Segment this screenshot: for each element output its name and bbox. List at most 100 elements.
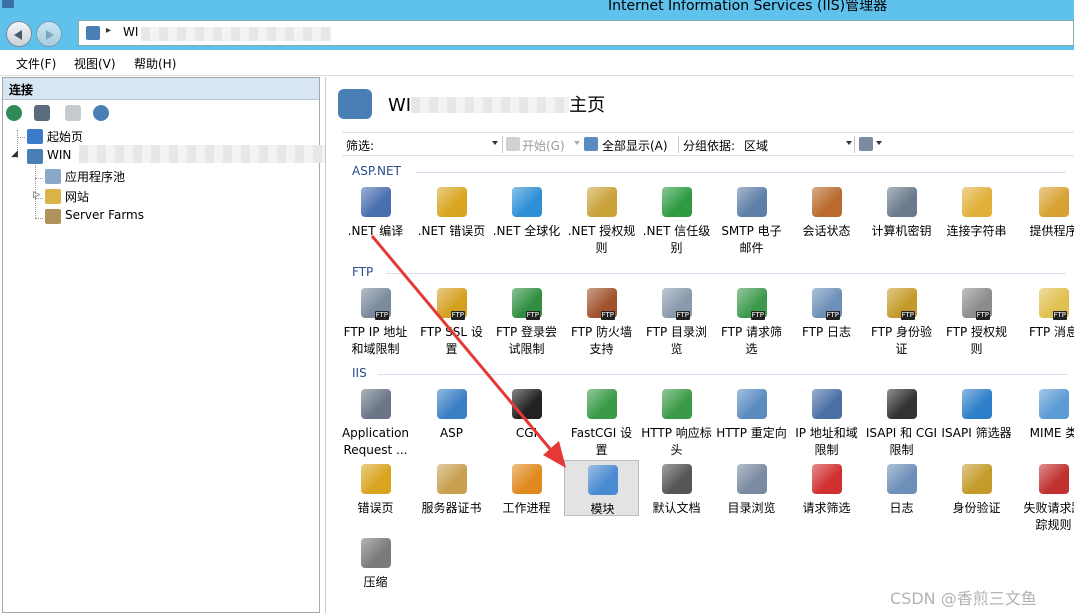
feature-label: 请求筛选 (802, 501, 851, 515)
expand-icon[interactable]: ▷ (33, 190, 40, 200)
feature-label: FTP 授权规 则 (945, 325, 1008, 356)
ftp-ssl-icon: FTP (437, 288, 467, 320)
auth-rules-icon (587, 187, 617, 217)
feature-label: ISAPI 和 CGI 限制 (865, 426, 938, 457)
up-level-icon[interactable] (65, 105, 81, 121)
address-field[interactable]: ▸ WI (78, 20, 1074, 46)
feature-label: .NET 授权规 则 (567, 224, 636, 255)
feature-tile-globe[interactable]: .NET 全球化 (489, 183, 564, 255)
disconnect-icon[interactable] (93, 105, 109, 121)
group-by-select[interactable]: 区域 (744, 137, 768, 154)
menu-file[interactable]: 文件(F) (16, 55, 56, 72)
feature-tile-providers[interactable]: 提供程序 (1016, 183, 1074, 255)
feature-tile-error-page[interactable]: .NET 错误页 (414, 183, 489, 255)
session-icon (812, 187, 842, 217)
feature-tile-http-redirect[interactable]: HTTP 重定向 (714, 385, 789, 457)
feature-tile-worker-process[interactable]: 工作进程 (489, 460, 564, 532)
feature-tile-certificate[interactable]: 服务器证书 (414, 460, 489, 532)
error-pages-icon (361, 464, 391, 494)
feature-tile-mime[interactable]: MIME 类 (1016, 385, 1074, 457)
feature-tile-isapi-cgi[interactable]: ISAPI 和 CGI 限制 (864, 385, 939, 457)
sites-folder-icon (45, 189, 61, 204)
feature-label: 压缩 (363, 575, 388, 589)
feature-tile-ftp-logon[interactable]: FTP FTP 登录尝 试限制 (489, 284, 564, 356)
breadcrumb-server[interactable]: WI (123, 25, 138, 39)
feature-label: FTP 消息 (1028, 325, 1074, 339)
view-mode-icon[interactable] (859, 137, 873, 151)
feature-tile-default-doc[interactable]: 默认文档 (639, 460, 714, 532)
feature-tile-trust[interactable]: .NET 信任级 别 (639, 183, 714, 255)
arr-icon (361, 389, 391, 419)
globe-icon (512, 187, 542, 217)
back-button[interactable] (6, 21, 32, 47)
feature-tile-connection-string[interactable]: 连接字符串 (939, 183, 1014, 255)
show-all-button[interactable]: 全部显示(A) (602, 137, 668, 154)
feature-label: 日志 (889, 501, 914, 515)
feature-label: 失败请求跟 踪规则 (1023, 501, 1074, 532)
feature-tile-compression[interactable]: 压缩 (338, 534, 413, 606)
feature-tile-ftp-ip[interactable]: FTP FTP IP 地址 和域限制 (338, 284, 413, 356)
menu-help[interactable]: 帮助(H) (134, 55, 176, 72)
menu-view[interactable]: 视图(V) (74, 55, 116, 72)
error-page-icon (437, 187, 467, 217)
chevron-down-icon[interactable] (492, 141, 498, 145)
forward-button[interactable] (36, 21, 62, 47)
feature-label: 错误页 (357, 501, 394, 515)
feature-tile-http-headers[interactable]: HTTP 响应标 头 (639, 385, 714, 457)
feature-tile-failed-request[interactable]: 失败请求跟 踪规则 (1016, 460, 1074, 532)
feature-tile-ftp-firewall[interactable]: FTP FTP 防火墙 支持 (564, 284, 639, 356)
feature-tile-authentication[interactable]: 身份验证 (939, 460, 1014, 532)
feature-tile-dir-browse[interactable]: 目录浏览 (714, 460, 789, 532)
collapse-icon[interactable]: ◢ (11, 149, 18, 159)
ip-domain-icon (812, 389, 842, 419)
feature-tile-ftp-filter[interactable]: FTP FTP 请求筛 选 (714, 284, 789, 356)
chevron-down-icon[interactable] (574, 141, 580, 145)
redacted-block (141, 27, 331, 41)
feature-tile-ftp-message[interactable]: FTP FTP 消息 (1016, 284, 1074, 356)
connect-globe-icon[interactable] (6, 105, 22, 121)
feature-tile-ip-domain[interactable]: IP 地址和域 限制 (789, 385, 864, 457)
ftp-message-icon: FTP (1039, 288, 1069, 320)
feature-tile-smtp[interactable]: SMTP 电子 邮件 (714, 183, 789, 255)
filter-bar: 筛选: 开始(G) 全部显示(A) 分组依据: 区域 (342, 132, 1074, 156)
feature-tile-ftp-browse[interactable]: FTP FTP 目录浏 览 (639, 284, 714, 356)
app-pool-icon (45, 169, 61, 184)
feature-tile-ftp-authn[interactable]: FTP FTP 身份验 证 (864, 284, 939, 356)
go-button[interactable]: 开始(G) (522, 137, 565, 154)
window-title: Internet Information Services (IIS)管理器 (608, 0, 888, 14)
feature-tile-fastcgi[interactable]: FastCGI 设 置 (564, 385, 639, 457)
feature-tile-ftp-ssl[interactable]: FTP FTP SSL 设 置 (414, 284, 489, 356)
feature-tile-arr[interactable]: Application Request ... (338, 385, 413, 457)
mime-icon (1039, 389, 1069, 419)
filter-input[interactable] (382, 135, 500, 153)
chevron-down-icon[interactable] (876, 141, 882, 145)
ftp-ip-icon: FTP (361, 288, 391, 320)
certificate-icon (437, 464, 467, 494)
feature-tile-cgi[interactable]: CGI (489, 385, 564, 457)
feature-tile-request-filter[interactable]: 请求筛选 (789, 460, 864, 532)
feature-label: 工作进程 (502, 501, 551, 515)
funnel-icon (506, 137, 520, 151)
feature-tile-modules[interactable]: 模块 (564, 460, 639, 516)
isapi-cgi-icon (887, 389, 917, 419)
feature-tile-session[interactable]: 会话状态 (789, 183, 864, 255)
save-icon[interactable] (34, 105, 50, 121)
feature-tile-ftp-authz[interactable]: FTP FTP 授权规 则 (939, 284, 1014, 356)
filter-label: 筛选: (346, 139, 375, 153)
feature-tile-logging[interactable]: 日志 (864, 460, 939, 532)
feature-tile-isapi-filter[interactable]: ISAPI 筛选器 (939, 385, 1014, 457)
feature-tile-compile[interactable]: .NET 编译 (338, 183, 413, 255)
feature-tile-machine-key[interactable]: 计算机密钥 (864, 183, 939, 255)
ftp-firewall-icon: FTP (587, 288, 617, 320)
feature-tile-auth-rules[interactable]: .NET 授权规 则 (564, 183, 639, 255)
group-by-label: 分组依据: (683, 139, 736, 153)
ftp-filter-icon: FTP (737, 288, 767, 320)
iis-app-icon (2, 0, 14, 8)
address-bar: ▸ WI (0, 14, 1074, 50)
feature-tile-ftp-log[interactable]: FTP FTP 日志 (789, 284, 864, 356)
page-title: WI 主页 (388, 95, 606, 116)
feature-tile-asp[interactable]: ASP (414, 385, 489, 457)
chevron-down-icon[interactable] (846, 141, 852, 145)
feature-tile-error-pages[interactable]: 错误页 (338, 460, 413, 532)
page-header: WI 主页 (326, 77, 1074, 130)
